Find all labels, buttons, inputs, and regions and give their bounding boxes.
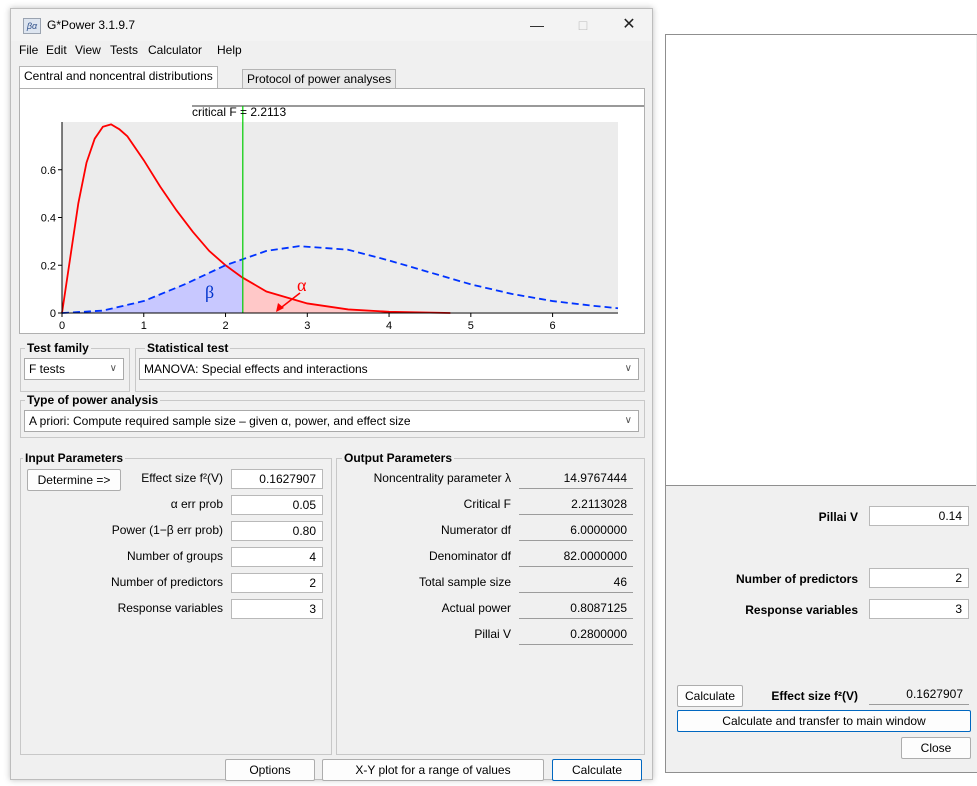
plot-area: [62, 122, 618, 312]
menu-file[interactable]: File: [19, 43, 38, 57]
groups-label: Number of groups: [126, 549, 223, 563]
statistical-test-value: MANOVA: Special effects and interactions: [144, 362, 368, 376]
x-tick-label: 3: [304, 320, 310, 332]
noncentrality-value: 14.9767444: [519, 469, 633, 489]
critical-f-out-label: Critical F: [463, 497, 511, 511]
alpha-err-label: α err prob: [170, 497, 223, 511]
numerator-df-label: Numerator df: [440, 523, 511, 537]
predictors-label: Number of predictors: [110, 575, 223, 589]
maximize-icon[interactable]: □: [560, 9, 606, 41]
y-tick-label: 0.2: [41, 260, 56, 272]
test-family-label: Test family: [25, 341, 91, 355]
side-close-button[interactable]: Close: [901, 737, 971, 759]
total-sample-label: Total sample size: [418, 575, 511, 589]
predictors-field[interactable]: 2: [231, 573, 323, 593]
analysis-type-label: Type of power analysis: [25, 393, 161, 407]
denominator-df-label: Denominator df: [428, 549, 511, 563]
critical-f-value: 2.2113028: [519, 495, 633, 515]
analysis-type-value: A priori: Compute required sample size –…: [29, 414, 411, 428]
chevron-down-icon: ∨: [624, 415, 632, 426]
dialog-blank-area: [666, 35, 976, 486]
total-sample-value: 46: [519, 573, 633, 593]
side-predictors-label: Number of predictors: [735, 572, 858, 586]
critical-f-label: critical F = 2.2113: [192, 105, 286, 119]
x-tick-label: 0: [59, 320, 65, 332]
transfer-button[interactable]: Calculate and transfer to main window: [677, 710, 971, 732]
menu-view[interactable]: View: [75, 43, 101, 57]
options-button[interactable]: Options: [225, 759, 315, 781]
actual-power-label: Actual power: [441, 601, 511, 615]
groups-field[interactable]: 4: [231, 547, 323, 567]
side-response-label: Response variables: [745, 603, 858, 617]
noncentrality-label: Noncentrality parameter λ: [373, 471, 511, 485]
pillai-out-value: 0.2800000: [519, 625, 633, 645]
tab-distributions[interactable]: Central and noncentral distributions: [19, 66, 218, 89]
effect-size-label: Effect size f²(V): [141, 471, 223, 485]
side-pillai-field[interactable]: 0.14: [869, 506, 969, 526]
title-bar: βα G*Power 3.1.9.7 — □ ✕: [11, 9, 652, 41]
menu-calculator[interactable]: Calculator: [148, 43, 202, 57]
actual-power-value: 0.8087125: [519, 599, 633, 619]
side-response-field[interactable]: 3: [869, 599, 969, 619]
statistical-test-label: Statistical test: [145, 341, 231, 355]
x-tick-label: 6: [550, 320, 556, 332]
tab-protocol[interactable]: Protocol of power analyses: [242, 69, 397, 89]
distribution-plot: 0 1 2 3 4 5 6 0 0.2 0.4 0.6 critical F = 2.2113 β…: [19, 88, 645, 334]
power-label: Power (1−β err prob): [111, 523, 223, 537]
side-calculate-button[interactable]: Calculate: [677, 685, 743, 707]
y-tick-label: 0.6: [41, 165, 56, 177]
pillai-out-label: Pillai V: [474, 627, 511, 641]
test-family-select[interactable]: F tests ∨: [24, 358, 124, 380]
effect-size-dialog: Pillai V 0.14 Number of predictors 2 Res…: [665, 34, 977, 773]
x-tick-label: 1: [141, 320, 147, 332]
y-tick-label: 0.4: [41, 213, 56, 225]
statistical-test-select[interactable]: MANOVA: Special effects and interactions…: [139, 358, 639, 380]
x-tick-label: 5: [468, 320, 474, 332]
main-window: βα G*Power 3.1.9.7 — □ ✕ File Edit View …: [10, 8, 653, 781]
input-parameters-title: Input Parameters: [23, 451, 126, 465]
menu-bar: File Edit View Tests Calculator Help: [11, 41, 652, 61]
window-title: G*Power 3.1.9.7: [47, 18, 136, 32]
distribution-chart: 0 1 2 3 4 5 6 0 0.2 0.4 0.6 critical F = 2.2113 β…: [41, 105, 644, 332]
minimize-icon[interactable]: —: [514, 9, 560, 41]
effect-size-field[interactable]: 0.1627907: [231, 469, 323, 489]
beta-label: β: [205, 282, 214, 302]
chevron-down-icon: ∨: [109, 363, 117, 374]
alpha-err-field[interactable]: 0.05: [231, 495, 323, 515]
menu-tests[interactable]: Tests: [110, 43, 138, 57]
close-icon[interactable]: ✕: [606, 9, 652, 41]
alpha-label: α: [297, 275, 307, 295]
y-tick-label: 0: [50, 308, 56, 320]
response-label: Response variables: [117, 601, 223, 615]
menu-help[interactable]: Help: [217, 43, 242, 57]
test-family-value: F tests: [29, 362, 66, 376]
side-effect-size-label: Effect size f²(V): [771, 689, 858, 703]
side-predictors-field[interactable]: 2: [869, 568, 969, 588]
calculate-button[interactable]: Calculate: [552, 759, 642, 781]
side-pillai-label: Pillai V: [818, 510, 858, 524]
determine-button[interactable]: Determine =>: [27, 469, 121, 491]
app-icon: βα: [23, 18, 41, 34]
x-tick-label: 4: [386, 320, 392, 332]
chevron-down-icon: ∨: [624, 363, 632, 374]
x-tick-label: 2: [222, 320, 228, 332]
denominator-df-value: 82.0000000: [519, 547, 633, 567]
xy-plot-button[interactable]: X-Y plot for a range of values: [322, 759, 544, 781]
output-parameters-title: Output Parameters: [342, 451, 455, 465]
response-field[interactable]: 3: [231, 599, 323, 619]
analysis-type-select[interactable]: A priori: Compute required sample size –…: [24, 410, 639, 432]
power-field[interactable]: 0.80: [231, 521, 323, 541]
menu-edit[interactable]: Edit: [46, 43, 67, 57]
side-effect-size-value: 0.1627907: [869, 685, 969, 705]
numerator-df-value: 6.0000000: [519, 521, 633, 541]
